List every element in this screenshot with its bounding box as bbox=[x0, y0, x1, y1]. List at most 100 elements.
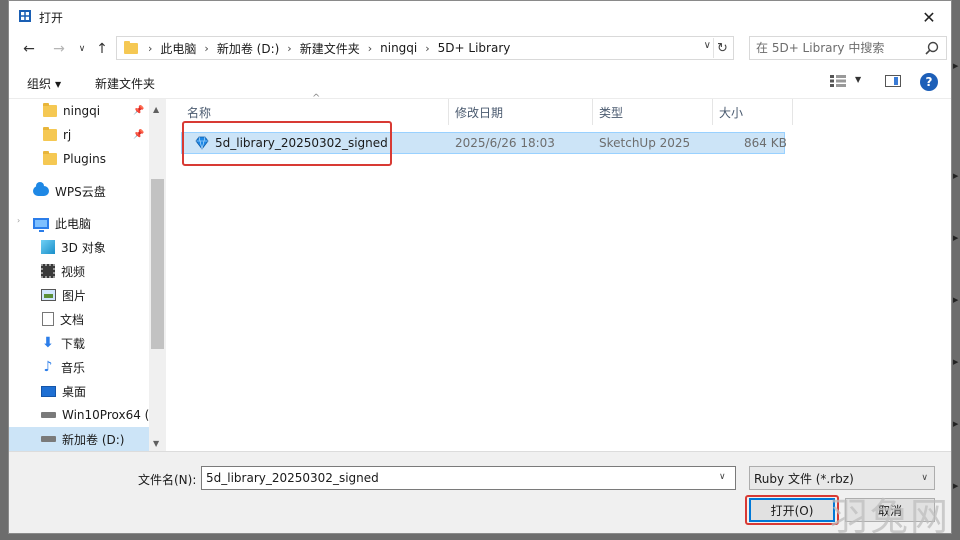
title-bar: 打开 ✕ bbox=[9, 1, 951, 33]
nav-item-label: Plugins bbox=[63, 152, 106, 166]
nav-item-wps-cloud[interactable]: WPS云盘 bbox=[9, 179, 149, 203]
new-folder-button[interactable]: 新建文件夹 bbox=[95, 75, 155, 92]
breadcrumb-5d-library[interactable]: 5D+ Library bbox=[432, 41, 517, 55]
column-header-size[interactable]: 大小 bbox=[713, 99, 793, 125]
background-arrow-icon: ▶ bbox=[953, 234, 959, 242]
nav-item-pictures[interactable]: 图片 bbox=[9, 283, 149, 307]
breadcrumb-new-folder[interactable]: 新建文件夹 bbox=[294, 40, 366, 57]
music-icon: ♪ bbox=[43, 359, 53, 375]
nav-item-ningqi[interactable]: ningqi 📌 bbox=[9, 99, 149, 123]
window-title: 打开 bbox=[39, 11, 64, 25]
view-caret-icon[interactable]: ▼ bbox=[855, 75, 861, 84]
filename-label: 文件名(N): bbox=[138, 473, 197, 487]
up-button[interactable]: ↑ bbox=[90, 39, 114, 59]
organize-label: 组织 bbox=[27, 77, 52, 91]
bottom-panel: 文件名(N): ∨ Ruby 文件 (*.rbz) ∨ 取消 打开(O) bbox=[9, 451, 951, 533]
close-button[interactable]: ✕ bbox=[907, 1, 951, 33]
picture-icon bbox=[41, 289, 56, 301]
breadcrumb-ningqi[interactable]: ningqi bbox=[374, 41, 423, 55]
desktop-icon bbox=[41, 385, 56, 397]
breadcrumb-drive-d[interactable]: 新加卷 (D:) bbox=[211, 40, 285, 57]
scroll-up-icon[interactable]: ▲ bbox=[153, 105, 159, 114]
nav-item-rj[interactable]: rj 📌 bbox=[9, 123, 149, 147]
column-header-type[interactable]: 类型 bbox=[593, 99, 713, 125]
search-box[interactable] bbox=[749, 36, 947, 60]
pin-icon: 📌 bbox=[133, 130, 145, 140]
3d-objects-icon bbox=[41, 240, 55, 254]
breadcrumb-separator[interactable]: › bbox=[285, 42, 293, 55]
column-header-modified[interactable]: 修改日期 bbox=[449, 99, 593, 125]
background-arrow-icon: ▶ bbox=[953, 420, 959, 428]
organize-button[interactable]: 组织 ▼ bbox=[27, 75, 61, 92]
nav-item-label: rj bbox=[63, 128, 72, 142]
breadcrumb-separator[interactable]: › bbox=[366, 42, 374, 55]
nav-item-label: 桌面 bbox=[62, 384, 87, 399]
watermark: 羽兔网 bbox=[830, 495, 951, 539]
nav-item-label: 此电脑 bbox=[55, 216, 92, 231]
preview-pane-icon[interactable] bbox=[885, 75, 901, 87]
nav-item-label: 文档 bbox=[60, 312, 85, 327]
scrollbar-thumb[interactable] bbox=[151, 179, 164, 349]
pin-icon: 📌 bbox=[133, 106, 145, 116]
computer-icon bbox=[33, 217, 49, 232]
nav-item-label: Win10Prox64 ( bbox=[62, 408, 150, 422]
nav-item-system-drive[interactable]: Win10Prox64 ( bbox=[9, 403, 149, 427]
document-icon bbox=[42, 312, 54, 326]
nav-item-documents[interactable]: 文档 bbox=[9, 307, 149, 331]
nav-item-label: 音乐 bbox=[61, 360, 86, 375]
nav-item-drive-d[interactable]: 新加卷 (D:) bbox=[9, 427, 149, 451]
nav-item-plugins[interactable]: Plugins bbox=[9, 147, 149, 171]
background-arrow-icon: ▶ bbox=[953, 482, 959, 490]
refresh-icon: ↻ bbox=[717, 40, 728, 56]
address-history-dropdown[interactable]: ∨ bbox=[704, 40, 711, 51]
video-icon bbox=[41, 264, 55, 278]
breadcrumb-this-pc[interactable]: 此电脑 bbox=[154, 40, 202, 57]
nav-item-label: 下载 bbox=[61, 336, 86, 351]
toolbar: 组织 ▼ 新建文件夹 ▼ ? bbox=[9, 65, 951, 99]
search-icon[interactable] bbox=[925, 41, 939, 55]
nav-item-downloads[interactable]: ⬇ 下载 bbox=[9, 331, 149, 355]
nav-item-label: 图片 bbox=[62, 288, 87, 303]
file-type-value: Ruby 文件 (*.rbz) bbox=[754, 471, 854, 486]
folder-icon bbox=[43, 151, 57, 165]
download-icon: ⬇ bbox=[42, 335, 54, 351]
chevron-down-icon: ∨ bbox=[78, 44, 86, 54]
address-bar[interactable]: › 此电脑 › 新加卷 (D:) › 新建文件夹 › ningqi › 5D+ … bbox=[116, 36, 734, 60]
forward-button[interactable]: → bbox=[47, 39, 71, 59]
chevron-down-icon: ∨ bbox=[921, 473, 928, 483]
arrow-left-icon: ← bbox=[23, 41, 35, 57]
folder-icon bbox=[43, 127, 57, 141]
drive-icon bbox=[41, 436, 56, 442]
background-arrow-icon: ▶ bbox=[953, 172, 959, 180]
filename-dropdown-icon[interactable]: ∨ bbox=[719, 472, 726, 482]
nav-item-label: 3D 对象 bbox=[61, 240, 106, 255]
breadcrumb-separator[interactable]: › bbox=[423, 42, 431, 55]
file-list: ^ 名称 修改日期 类型 大小 5d_library_20250302_sign… bbox=[166, 93, 951, 451]
nav-item-label: 视频 bbox=[61, 264, 86, 279]
scroll-down-icon[interactable]: ▼ bbox=[153, 439, 159, 448]
nav-item-desktop[interactable]: 桌面 bbox=[9, 379, 149, 403]
search-input[interactable] bbox=[756, 40, 916, 56]
folder-icon bbox=[43, 103, 57, 117]
back-button[interactable]: ← bbox=[17, 39, 41, 59]
view-options-icon[interactable] bbox=[830, 75, 846, 87]
open-file-dialog: 打开 ✕ ← → ∨ ↑ › 此电脑 › 新加卷 (D:) › 新建文件夹 › … bbox=[8, 0, 952, 534]
nav-item-label: WPS云盘 bbox=[55, 184, 106, 199]
help-icon[interactable]: ? bbox=[920, 73, 938, 91]
background-arrow-icon: ▶ bbox=[953, 296, 959, 304]
filename-input[interactable] bbox=[201, 466, 736, 490]
nav-item-3d-objects[interactable]: 3D 对象 bbox=[9, 235, 149, 259]
navigation-pane: ningqi 📌 rj 📌 Plugins WPS云盘 › 此电脑 3D 对象 … bbox=[9, 99, 164, 451]
nav-item-label: 新加卷 (D:) bbox=[62, 432, 125, 447]
nav-item-this-pc[interactable]: 此电脑 bbox=[9, 211, 149, 235]
refresh-button[interactable]: ↻ bbox=[713, 38, 731, 58]
background-arrow-icon: ▶ bbox=[953, 358, 959, 366]
nav-item-videos[interactable]: 视频 bbox=[9, 259, 149, 283]
highlight-annotation bbox=[182, 121, 392, 166]
caret-down-icon: ▼ bbox=[55, 80, 62, 89]
breadcrumb-separator: › bbox=[148, 41, 153, 55]
breadcrumb-separator[interactable]: › bbox=[202, 42, 210, 55]
nav-item-music[interactable]: ♪ 音乐 bbox=[9, 355, 149, 379]
sketchup-app-icon bbox=[19, 10, 31, 22]
cloud-icon bbox=[33, 182, 49, 196]
